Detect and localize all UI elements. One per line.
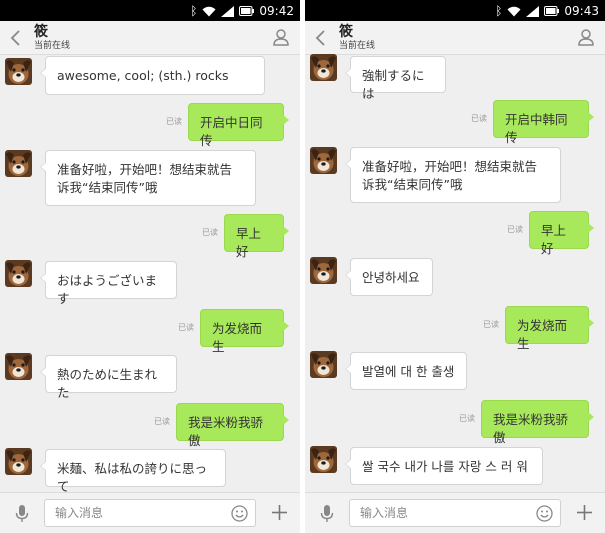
incoming-message[interactable]: 안녕하세요 [345, 258, 433, 296]
wifi-icon [507, 6, 521, 17]
read-receipt: 已读 [166, 117, 182, 126]
outgoing-message[interactable]: 为发烧而生 [200, 309, 289, 354]
microphone-icon[interactable] [319, 504, 335, 523]
status-time: 09:43 [564, 4, 599, 18]
plus-icon[interactable] [576, 504, 593, 521]
chat-screen: ᛒ 09:42 筱 当前在线 awesome, cool; (sth.) roc… [0, 0, 300, 533]
wifi-icon [202, 6, 216, 17]
outgoing-message[interactable]: 为发烧而生 [505, 306, 594, 351]
incoming-message[interactable]: おはようございます [40, 261, 177, 306]
incoming-message[interactable]: 准备好啦，开始吧！想结束就告诉我“结束同传”哦 [40, 150, 256, 206]
read-receipt: 已读 [483, 320, 499, 329]
plus-icon[interactable] [271, 504, 288, 521]
contact-avatar[interactable] [310, 147, 337, 174]
signal-icon [526, 5, 540, 17]
input-bar: 输入消息 [0, 492, 300, 533]
chat-screen: ᛒ 09:43 筱 当前在线 強制するには 开启中韩同传 已读 准备好啦，开始吧！想结… [305, 0, 605, 533]
outgoing-message[interactable]: 开启中韩同传 [493, 100, 594, 145]
input-bar: 输入消息 [305, 492, 605, 533]
status-bar: ᛒ 09:42 [0, 0, 300, 21]
contact-name: 筱 [339, 24, 353, 40]
online-status: 当前在线 [34, 41, 71, 51]
contact-avatar[interactable] [5, 58, 32, 85]
message-input[interactable]: 输入消息 [44, 499, 256, 527]
chat-header: 筱 当前在线 [305, 21, 605, 55]
online-status: 当前在线 [339, 41, 376, 51]
read-receipt: 已读 [202, 228, 218, 237]
read-receipt: 已读 [471, 114, 487, 123]
incoming-message[interactable]: 強制するには [345, 56, 446, 101]
message-input[interactable]: 输入消息 [349, 499, 561, 527]
read-receipt: 已读 [507, 225, 523, 234]
incoming-message[interactable]: awesome, cool; (sth.) rocks [40, 56, 265, 95]
message-list[interactable]: 強制するには 开启中韩同传 已读 准备好啦，开始吧！想结束就告诉我“结束同传”哦 早上好… [305, 54, 605, 492]
battery-icon [239, 6, 255, 16]
profile-icon[interactable] [577, 28, 595, 46]
outgoing-message[interactable]: 早上好 [224, 214, 289, 259]
outgoing-message[interactable]: 早上好 [529, 211, 594, 256]
microphone-icon[interactable] [14, 504, 30, 523]
profile-icon[interactable] [272, 28, 290, 46]
incoming-message[interactable]: 熱のために生まれた [40, 355, 177, 400]
contact-avatar[interactable] [5, 448, 32, 475]
message-list[interactable]: awesome, cool; (sth.) rocks 开启中日同传 已读 准备好啦，… [0, 55, 300, 494]
back-arrow-icon[interactable] [313, 29, 329, 47]
emoji-icon[interactable] [536, 505, 553, 522]
contact-avatar[interactable] [310, 351, 337, 378]
read-receipt: 已读 [178, 323, 194, 332]
incoming-message[interactable]: 쌀 국수 내가 나를 자랑 스 러 워 [345, 447, 543, 485]
read-receipt: 已读 [154, 417, 170, 426]
emoji-icon[interactable] [231, 505, 248, 522]
bluetooth-icon: ᛒ [495, 4, 503, 18]
message-input-placeholder: 输入消息 [360, 506, 409, 520]
chat-header: 筱 当前在线 [0, 21, 300, 55]
contact-avatar[interactable] [310, 54, 337, 81]
outgoing-message[interactable]: 我是米粉我骄傲 [176, 403, 289, 448]
battery-icon [544, 6, 560, 16]
incoming-message[interactable]: 발열에 대 한 출생 [345, 352, 467, 390]
status-bar: ᛒ 09:43 [305, 0, 605, 21]
contact-avatar[interactable] [5, 260, 32, 287]
contact-avatar[interactable] [5, 150, 32, 177]
status-time: 09:42 [259, 4, 294, 18]
bluetooth-icon: ᛒ [190, 4, 198, 18]
outgoing-message[interactable]: 开启中日同传 [188, 103, 289, 148]
contact-name: 筱 [34, 24, 48, 40]
incoming-message[interactable]: 米麺、私は私の誇りに思って [40, 449, 226, 494]
signal-icon [221, 5, 235, 17]
incoming-message[interactable]: 准备好啦，开始吧！想结束就告诉我“结束同传”哦 [345, 147, 561, 203]
contact-avatar[interactable] [5, 353, 32, 380]
contact-avatar[interactable] [310, 446, 337, 473]
read-receipt: 已读 [459, 414, 475, 423]
outgoing-message[interactable]: 我是米粉我骄傲 [481, 400, 594, 445]
back-arrow-icon[interactable] [8, 29, 24, 47]
contact-avatar[interactable] [310, 257, 337, 284]
message-input-placeholder: 输入消息 [55, 506, 104, 520]
